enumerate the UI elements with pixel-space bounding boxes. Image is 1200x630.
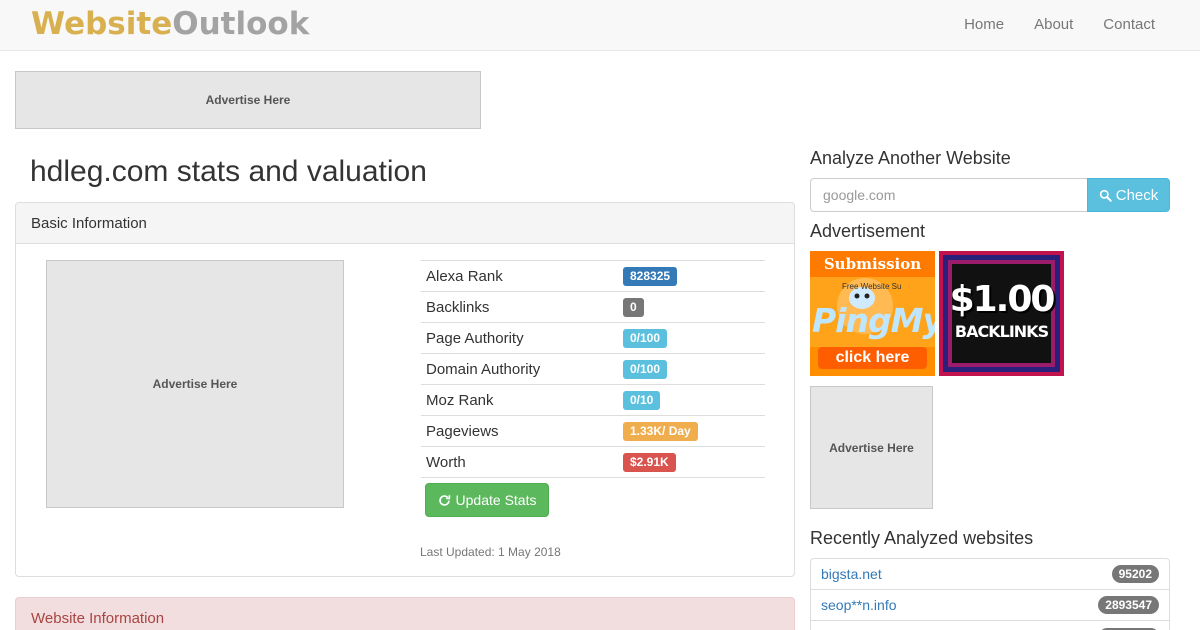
- stats-label: Page Authority: [421, 322, 618, 354]
- banner1-top-text: Submission: [823, 255, 922, 273]
- banner1-cta-text: click here: [835, 349, 910, 366]
- website-info-panel: Website Information: [15, 597, 795, 630]
- panel-ad-banner[interactable]: Advertise Here: [46, 260, 344, 508]
- recent-site-rank-badge: 95202: [1111, 565, 1159, 583]
- brand-logo[interactable]: WebsiteOutlook: [31, 6, 309, 42]
- stats-value-badge: 0/10: [623, 390, 661, 410]
- recent-site-link[interactable]: seop**n.info: [821, 597, 897, 613]
- stats-label: Alexa Rank: [421, 260, 618, 292]
- banner1-logo-text: PingMyL: [812, 301, 935, 340]
- stats-row: Moz Rank 0/10: [421, 384, 765, 416]
- stats-value-cell: 828325: [618, 260, 765, 292]
- search-icon: [1099, 189, 1112, 202]
- nav-links: Home About Contact: [949, 0, 1170, 50]
- recent-site-item: seop**n.info 2893547: [811, 590, 1169, 621]
- stats-value-cell: 0/100: [618, 322, 765, 354]
- website-search-input[interactable]: google.com: [810, 178, 1088, 212]
- update-stats-label: Update Stats: [455, 492, 537, 508]
- backlinks-banner[interactable]: $1.00 BACKLINKS: [939, 251, 1064, 376]
- basic-info-panel: Basic Information Advertise Here Alexa R…: [15, 202, 795, 577]
- recent-site-item: [811, 621, 1169, 630]
- stats-value-cell: 0: [618, 291, 765, 323]
- basic-info-heading: Basic Information: [16, 203, 794, 244]
- check-label: Check: [1115, 186, 1159, 204]
- navbar: WebsiteOutlook Home About Contact: [0, 0, 1200, 51]
- stats-label: Worth: [421, 446, 618, 478]
- banner1-mid-text: Free Website Su: [842, 282, 902, 291]
- stats-value-badge: 0/100: [623, 328, 668, 348]
- update-stats-button[interactable]: Update Stats: [425, 483, 549, 517]
- side-ad-banner[interactable]: Advertise Here: [810, 386, 933, 509]
- stats-table: Alexa Rank 828325 Backlinks 0 Page Authority…: [421, 260, 765, 478]
- banner2-price-text: $1.00: [949, 279, 1056, 320]
- stats-value-badge: 1.33K/ Day: [623, 421, 698, 441]
- stats-row: Page Authority 0/100: [421, 322, 765, 354]
- pingmylinks-banner[interactable]: Submission Free Website Su PingMyL click…: [810, 251, 935, 376]
- analyze-heading: Analyze Another Website: [810, 148, 1011, 168]
- stats-label: Moz Rank: [421, 384, 618, 416]
- stats-label: Domain Authority: [421, 353, 618, 385]
- stats-row: Pageviews 1.33K/ Day: [421, 415, 765, 447]
- recent-sites-list: bigsta.net 95202 seop**n.info 2893547: [810, 558, 1170, 630]
- stats-value-badge: 0/100: [623, 359, 668, 379]
- stats-row: Backlinks 0: [421, 291, 765, 323]
- nav-home[interactable]: Home: [949, 0, 1019, 50]
- page-title: hdleg.com stats and valuation: [30, 155, 427, 188]
- stats-value-cell: 0/10: [618, 384, 765, 416]
- refresh-icon: [438, 494, 450, 506]
- stats-label: Pageviews: [421, 415, 618, 447]
- website-info-heading: Website Information: [31, 610, 165, 627]
- nav-about[interactable]: About: [1019, 0, 1088, 50]
- recent-site-link[interactable]: bigsta.net: [821, 566, 882, 582]
- recent-site-rank-badge: 2893547: [1098, 596, 1159, 614]
- recent-site-item: bigsta.net 95202: [811, 559, 1169, 590]
- stats-row: Domain Authority 0/100: [421, 353, 765, 385]
- last-updated: Last Updated: 1 May 2018: [420, 545, 561, 559]
- stats-value-badge: 0: [623, 297, 644, 317]
- top-ad-banner[interactable]: Advertise Here: [15, 71, 481, 129]
- stats-value-badge: 828325: [623, 266, 678, 286]
- stats-value-badge: $2.91K: [623, 452, 676, 472]
- nav-contact[interactable]: Contact: [1088, 0, 1170, 50]
- stats-value-cell: 0/100: [618, 353, 765, 385]
- stats-label: Backlinks: [421, 291, 618, 323]
- stats-row: Worth $2.91K: [421, 446, 765, 478]
- stats-row: Alexa Rank 828325: [421, 260, 765, 292]
- banner2-label-text: BACKLINKS: [954, 322, 1049, 341]
- recent-heading: Recently Analyzed websites: [810, 528, 1034, 548]
- brand-part-1: Website: [31, 6, 173, 42]
- advertisement-heading: Advertisement: [810, 221, 926, 241]
- stats-value-cell: $2.91K: [618, 446, 765, 478]
- check-button[interactable]: Check: [1087, 178, 1170, 212]
- stats-value-cell: 1.33K/ Day: [618, 415, 765, 447]
- brand-part-2: Outlook: [172, 6, 310, 42]
